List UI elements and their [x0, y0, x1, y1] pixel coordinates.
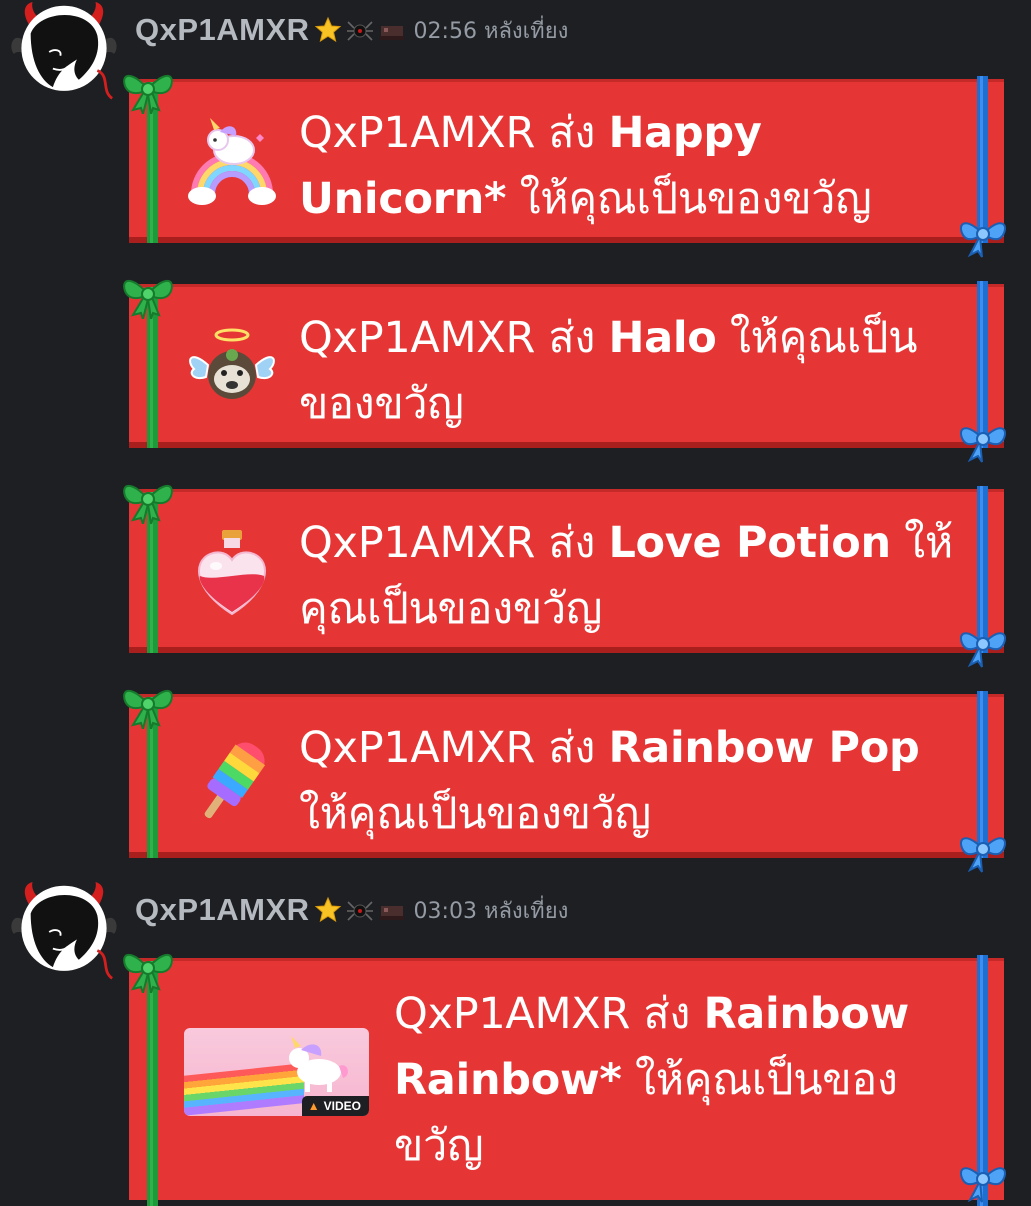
gift-item-name: Rainbow Pop [608, 723, 920, 773]
blue-bow-icon [959, 1167, 1007, 1203]
gift-card[interactable]: QxP1AMXR ส่ง Halo ให้คุณเป็นของขวัญ [123, 279, 1007, 463]
gift-message: QxP1AMXR ส่ง Rainbow Pop ให้คุณเป็นของขว… [299, 715, 964, 847]
gift-verb: ส่ง [548, 723, 596, 773]
blue-bow-icon [959, 632, 1007, 668]
sender-name: QxP1AMXR [299, 723, 536, 773]
blue-bow-icon [959, 427, 1007, 463]
love-potion-icon [184, 526, 280, 622]
timestamp: 02:56 หลังเที่ยง [413, 18, 569, 44]
gift-card[interactable]: ▲ VIDEO QxP1AMXR ส่ง Rainbow Rainbow* ให… [123, 953, 1007, 1206]
hat-icon [378, 16, 406, 44]
unicorn-rainbow-icon [184, 114, 280, 210]
gift-message: QxP1AMXR ส่ง Rainbow Rainbow* ให้คุณเป็น… [394, 981, 964, 1179]
gift-card[interactable]: QxP1AMXR ส่ง Happy Unicorn* ให้คุณเป็นขอ… [123, 74, 1007, 258]
hat-icon [378, 896, 406, 924]
avatar[interactable] [8, 0, 120, 102]
green-bow-icon [123, 279, 173, 319]
star-icon [314, 896, 342, 924]
gift-item-name: Halo [608, 313, 717, 363]
flame-icon: ▲ [307, 1099, 320, 1113]
gift-message: QxP1AMXR ส่ง Love Potion ให้คุณเป็นของขว… [299, 510, 964, 642]
green-bow-icon [123, 74, 173, 114]
gift-verb: ส่ง [548, 313, 596, 363]
gift-suffix: ให้คุณเป็นของขวัญ [299, 789, 651, 839]
green-bow-icon [123, 689, 173, 729]
avatar[interactable] [8, 880, 120, 982]
message-header: QxP1AMXR 02:56 หลังเที่ยง [135, 10, 568, 50]
unicorn-icon [289, 1036, 348, 1092]
message-header: QxP1AMXR 03:03 หลังเที่ยง [135, 890, 568, 930]
gift-verb: ส่ง [643, 989, 691, 1039]
halo-wings-icon [184, 321, 280, 417]
video-thumbnail[interactable]: ▲ VIDEO [184, 1028, 369, 1116]
rainbow-popsicle-icon [184, 733, 280, 829]
video-label: VIDEO [323, 1099, 361, 1113]
spider-icon [346, 16, 374, 44]
sender-name: QxP1AMXR [299, 518, 536, 568]
gift-message: QxP1AMXR ส่ง Happy Unicorn* ให้คุณเป็นขอ… [299, 100, 964, 232]
gift-card[interactable]: QxP1AMXR ส่ง Rainbow Pop ให้คุณเป็นของขว… [123, 689, 1007, 873]
ribbon [147, 961, 158, 1206]
gift-card[interactable]: QxP1AMXR ส่ง Love Potion ให้คุณเป็นของขว… [123, 484, 1007, 668]
sender-name: QxP1AMXR [394, 989, 631, 1039]
gift-item-name: Love Potion [608, 518, 891, 568]
blue-bow-icon [959, 837, 1007, 873]
spider-icon [346, 896, 374, 924]
sender-name: QxP1AMXR [299, 313, 536, 363]
username[interactable]: QxP1AMXR [135, 12, 310, 48]
gift-verb: ส่ง [548, 108, 596, 158]
gift-message: QxP1AMXR ส่ง Halo ให้คุณเป็นของขวัญ [299, 305, 964, 437]
video-badge: ▲ VIDEO [301, 1096, 369, 1116]
star-icon [314, 16, 342, 44]
sender-name: QxP1AMXR [299, 108, 536, 158]
username[interactable]: QxP1AMXR [135, 892, 310, 928]
green-bow-icon [123, 484, 173, 524]
timestamp: 03:03 หลังเที่ยง [413, 898, 569, 924]
green-bow-icon [123, 953, 173, 993]
blue-bow-icon [959, 222, 1007, 258]
gift-verb: ส่ง [548, 518, 596, 568]
gift-suffix: ให้คุณเป็นของขวัญ [519, 174, 872, 224]
